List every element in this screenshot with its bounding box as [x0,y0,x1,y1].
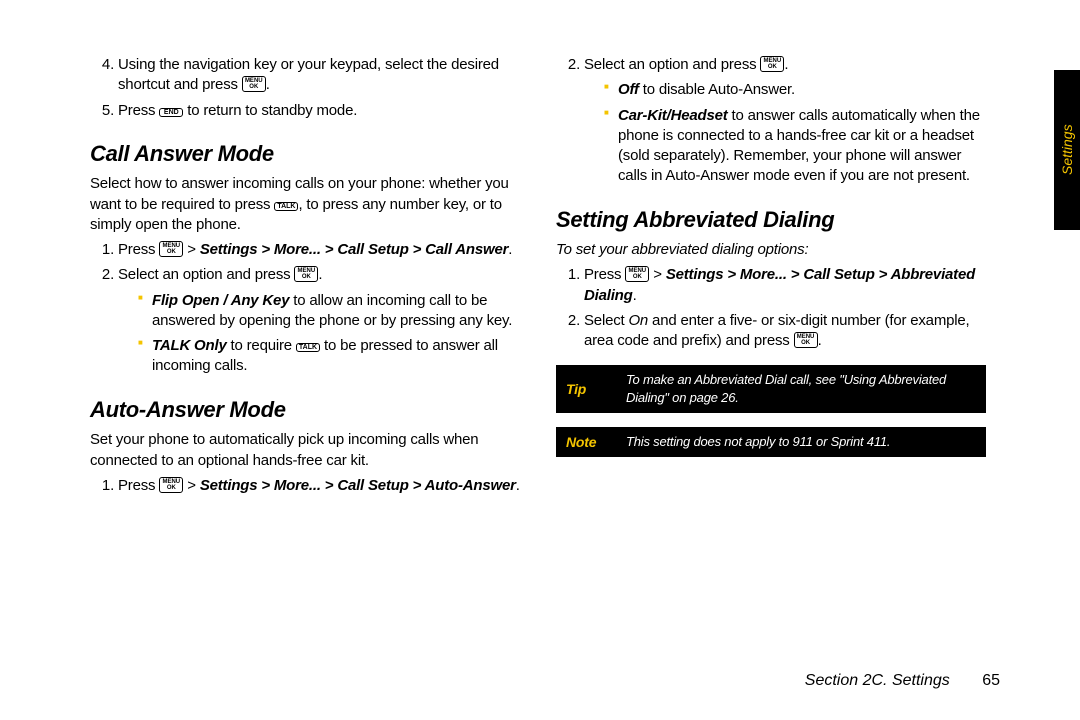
text: . [508,241,512,258]
menu-path: Settings > More... > Call Setup > Call A… [200,241,508,258]
page-footer: Section 2C. Settings 65 [805,672,1000,690]
text: Press [118,477,159,494]
end-key-icon: END [159,108,183,117]
option-talk-only: TALK Only to require TALK to be pressed … [138,336,520,377]
menu-ok-key-icon: MENUOK [794,332,818,348]
text: to return to standby mode. [183,102,357,119]
tip-body: To make an Abbreviated Dial call, see "U… [616,365,986,412]
text: > [183,241,200,258]
right-column: Select an option and press MENUOK. Off t… [556,50,986,501]
text: Select an option and press [118,266,294,283]
page-number: 65 [982,672,1000,689]
step-2: Select an option and press MENUOK. Flip … [118,265,520,376]
text: . [818,332,822,349]
menu-ok-key-icon: MENUOK [159,241,183,257]
sub-heading: To set your abbreviated dialing options: [556,240,986,260]
heading-abbreviated-dialing: Setting Abbreviated Dialing [556,205,986,235]
menu-path: Settings > More... > Call Setup > Auto-A… [200,477,516,494]
option-carkit-headset: Car-Kit/Headset to answer calls automati… [604,106,986,187]
two-column-layout: Using the navigation key or your keypad,… [90,50,1010,501]
note-box: Note This setting does not apply to 911 … [556,427,986,458]
text: Press [584,266,625,283]
text: > [649,266,666,283]
option-list: Flip Open / Any Key to allow an incoming… [118,291,520,377]
section-label: Section 2C. Settings [805,672,950,689]
text: . [633,287,637,304]
option-name: TALK Only [152,337,227,354]
step-1: Press MENUOK > Settings > More... > Call… [118,240,520,260]
menu-ok-key-icon: MENUOK [760,56,784,72]
text: Press [118,102,159,119]
text: to disable Auto-Answer. [639,81,795,98]
step-5: Press END to return to standby mode. [118,101,520,121]
talk-key-icon: TALK [274,202,298,211]
step-1: Press MENUOK > Settings > More... > Call… [584,265,986,306]
note-body: This setting does not apply to 911 or Sp… [616,427,986,458]
note-label: Note [556,427,616,458]
call-answer-steps: Press MENUOK > Settings > More... > Call… [90,240,520,377]
text: . [516,477,520,494]
option-name: Flip Open / Any Key [152,292,289,309]
text: Select an option and press [584,56,760,73]
heading-call-answer-mode: Call Answer Mode [90,139,520,169]
option-on: On [628,312,648,329]
tip-box: Tip To make an Abbreviated Dial call, se… [556,365,986,412]
tip-label: Tip [556,365,616,412]
abbreviated-dialing-steps: Press MENUOK > Settings > More... > Call… [556,265,986,351]
paragraph: Select how to answer incoming calls on y… [90,174,520,235]
menu-ok-key-icon: MENUOK [242,76,266,92]
continued-steps: Using the navigation key or your keypad,… [90,55,520,121]
paragraph: Set your phone to automatically pick up … [90,430,520,471]
talk-key-icon: TALK [296,343,320,352]
option-name: Car-Kit/Headset [618,107,728,124]
text: Using the navigation key or your keypad,… [118,56,499,93]
step-1: Press MENUOK > Settings > More... > Call… [118,476,520,496]
left-column: Using the navigation key or your keypad,… [90,50,520,501]
menu-ok-key-icon: MENUOK [294,266,318,282]
menu-ok-key-icon: MENUOK [625,266,649,282]
auto-answer-steps-cont: Select an option and press MENUOK. Off t… [556,55,986,187]
option-name: Off [618,81,639,98]
text: . [784,56,788,73]
text: . [318,266,322,283]
heading-auto-answer-mode: Auto-Answer Mode [90,395,520,425]
step-2: Select an option and press MENUOK. Off t… [584,55,986,187]
text: . [266,76,270,93]
text: to require [227,337,296,354]
text: Press [118,241,159,258]
text: > [183,477,200,494]
side-tab-settings: Settings [1054,70,1080,230]
step-2: Select On and enter a five- or six-digit… [584,311,986,352]
step-4: Using the navigation key or your keypad,… [118,55,520,96]
menu-ok-key-icon: MENUOK [159,477,183,493]
manual-page: Settings Using the navigation key or you… [0,0,1080,720]
option-off: Off to disable Auto-Answer. [604,80,986,100]
text: Select [584,312,628,329]
auto-answer-steps: Press MENUOK > Settings > More... > Call… [90,476,520,496]
option-flip-open: Flip Open / Any Key to allow an incoming… [138,291,520,332]
option-list: Off to disable Auto-Answer. Car-Kit/Head… [584,80,986,186]
